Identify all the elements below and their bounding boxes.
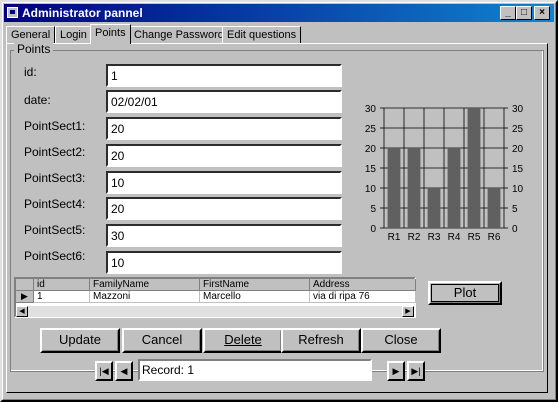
next-record-icon[interactable]: ▶ (387, 361, 405, 381)
chart-ytick-left: 30 (365, 104, 377, 115)
records-grid: id FamilyName FirstName Address ▶ 1 Mazz… (14, 277, 416, 318)
chart-bar-r4 (447, 148, 461, 228)
chart-ytick-left: 25 (365, 124, 377, 135)
app-icon (7, 7, 18, 18)
pointsect2-field[interactable]: 20 (106, 144, 342, 167)
date-label: date: (24, 93, 51, 107)
horizontal-scrollbar[interactable]: ◀ ▶ (16, 306, 414, 317)
tab-points[interactable]: Points (90, 24, 131, 44)
table-cell-id[interactable]: 1 (34, 291, 90, 303)
chart-xtick-r4: R4 (448, 232, 461, 243)
column-header-firstname[interactable]: FirstName (200, 279, 310, 291)
close-button[interactable]: Close (361, 328, 441, 353)
chart-ytick-left: 5 (370, 204, 376, 215)
chart-xtick-r3: R3 (428, 232, 441, 243)
chart-xtick-r6: R6 (488, 232, 501, 243)
chart-bar-r6 (487, 188, 501, 228)
chart-xtick-r1: R1 (388, 232, 401, 243)
tab-general[interactable]: General (6, 26, 56, 43)
table-cell-familyname[interactable]: Mazzoni (90, 291, 200, 303)
tab-change-password[interactable]: Change Password (129, 26, 229, 43)
column-header-id[interactable]: id (34, 279, 90, 291)
pointsect6-field[interactable]: 10 (106, 251, 342, 274)
refresh-button[interactable]: Refresh (281, 328, 361, 353)
cancel-button[interactable]: Cancel (122, 328, 202, 353)
chart-bar-r5 (467, 108, 481, 228)
chart-ytick-right: 25 (512, 124, 524, 135)
chart-xtick-r2: R2 (408, 232, 421, 243)
chart-ytick-left: 20 (365, 144, 377, 155)
pointsect4-field[interactable]: 20 (106, 197, 342, 220)
last-record-icon[interactable]: ▶| (407, 361, 425, 381)
pointsect1-label: PointSect1: (24, 119, 86, 133)
pointsect1-field[interactable]: 20 (106, 117, 342, 140)
chart-bar-r2 (407, 148, 421, 228)
scroll-right-icon[interactable]: ▶ (402, 306, 414, 317)
chart-ytick-right: 20 (512, 144, 524, 155)
chart-ytick-left: 15 (365, 164, 377, 175)
tab-edit-questions[interactable]: Edit questions (222, 26, 302, 43)
delete-button[interactable]: Delete (203, 328, 283, 353)
chart-ytick-right: 0 (512, 224, 518, 235)
chart-bar-r3 (427, 188, 441, 228)
date-field[interactable]: 02/02/01 (106, 90, 342, 113)
grid-corner (16, 279, 34, 291)
window-title: Administrator pannel (22, 6, 143, 20)
close-window-button[interactable]: × (534, 6, 550, 20)
scroll-left-icon[interactable]: ◀ (16, 306, 28, 317)
id-field[interactable]: 1 (106, 64, 342, 87)
chart-ytick-left: 10 (365, 184, 377, 195)
pointsect6-label: PointSect6: (24, 249, 86, 263)
table-cell-address[interactable]: via di ripa 76 (310, 291, 416, 303)
id-label: id: (24, 65, 37, 79)
points-bar-chart: 0 0 5 5 10 10 15 15 20 20 25 25 30 30 R1 R2 R3 R4 R5 R6 (365, 104, 524, 243)
chart-ytick-right: 10 (512, 184, 524, 195)
pointsect3-field[interactable]: 10 (106, 171, 342, 194)
pointsect5-label: PointSect5: (24, 223, 86, 237)
chart-ytick-right: 5 (512, 204, 518, 215)
chart-ytick-left: 0 (370, 224, 376, 235)
tab-login[interactable]: Login (55, 26, 92, 43)
pointsect5-field[interactable]: 30 (106, 224, 342, 247)
points-group-label: Points (14, 42, 54, 56)
chart-ytick-right: 15 (512, 164, 524, 175)
maximize-button[interactable]: □ (516, 6, 532, 20)
chart-xtick-r5: R5 (468, 232, 481, 243)
pointsect2-label: PointSect2: (24, 145, 86, 159)
chart-ytick-right: 30 (512, 104, 524, 115)
first-record-icon[interactable]: |◀ (95, 361, 113, 381)
pointsect4-label: PointSect4: (24, 197, 86, 211)
pointsect3-label: PointSect3: (24, 171, 86, 185)
chart-bar-r1 (387, 148, 401, 228)
update-button[interactable]: Update (40, 328, 120, 353)
record-position: Record: 1 (138, 359, 372, 381)
title-bar[interactable]: Administrator pannel _ □ × (4, 4, 554, 22)
table-cell-firstname[interactable]: Marcello (200, 291, 310, 303)
prev-record-icon[interactable]: ◀ (115, 361, 133, 381)
column-header-familyname[interactable]: FamilyName (90, 279, 200, 291)
row-indicator-icon[interactable]: ▶ (16, 291, 34, 303)
plot-button[interactable]: Plot (428, 281, 502, 305)
minimize-button[interactable]: _ (500, 6, 516, 20)
column-header-address[interactable]: Address (310, 279, 416, 291)
